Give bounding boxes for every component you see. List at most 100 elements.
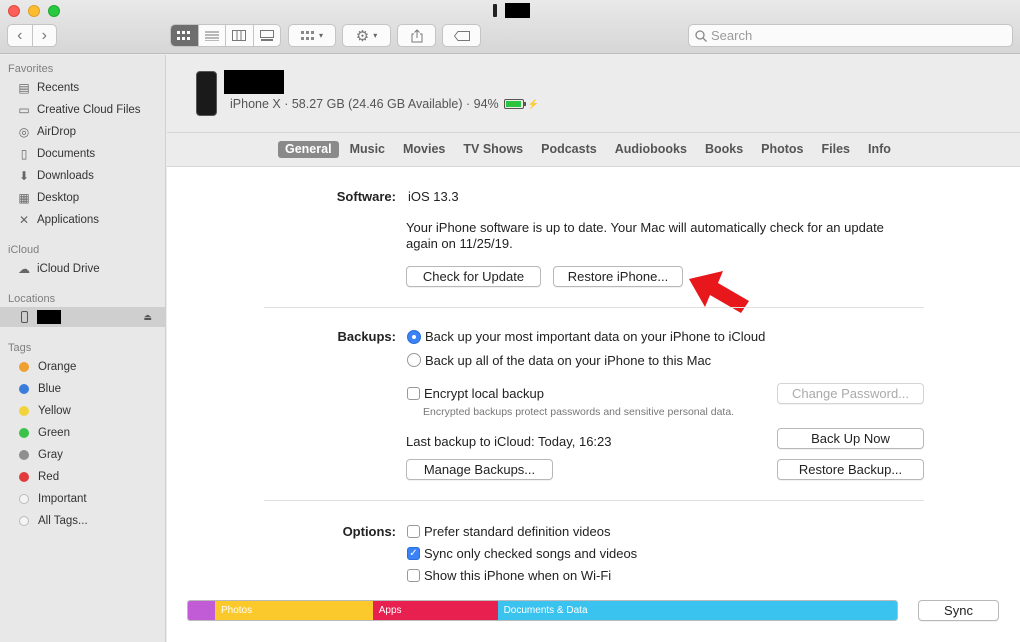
iphone-device-icon xyxy=(196,71,217,116)
device-info: iPhone X · 58.27 GB (24.46 GB Available)… xyxy=(230,97,539,111)
sidebar-tag-blue[interactable]: Blue xyxy=(0,379,166,399)
tag-color-dot xyxy=(19,516,29,526)
red-arrow-annotation xyxy=(689,271,749,313)
group-button[interactable]: ▾ xyxy=(288,24,336,47)
sidebar-tag-orange[interactable]: Orange xyxy=(0,357,166,377)
tab-audiobooks[interactable]: Audiobooks xyxy=(608,141,694,158)
desktop-icon: ▦ xyxy=(18,191,30,205)
action-button[interactable]: ⚙ ▾ xyxy=(342,24,391,47)
check-for-update-button[interactable]: Check for Update xyxy=(406,266,541,287)
window-toolbar: ‹ › ▾ ⚙ ▾ xyxy=(0,0,1020,54)
tab-general[interactable]: General xyxy=(278,141,339,158)
group-grid-icon xyxy=(300,30,314,40)
sidebar-tag-important[interactable]: Important xyxy=(0,489,166,509)
storage-segment-apps: Apps xyxy=(372,601,498,620)
change-password-button[interactable]: Change Password... xyxy=(777,383,924,404)
sidebar-item-downloads[interactable]: ⬇ Downloads xyxy=(0,166,166,186)
column-view-button[interactable] xyxy=(225,25,253,46)
sidebar-tag-yellow[interactable]: Yellow xyxy=(0,401,166,421)
tag-color-dot xyxy=(19,384,29,394)
sidebar-item-label: Gray xyxy=(38,449,63,461)
eject-icon[interactable]: ⏏ xyxy=(143,312,152,323)
window-title-redacted xyxy=(505,3,530,18)
tab-tv-shows[interactable]: TV Shows xyxy=(456,141,530,158)
section-divider xyxy=(264,307,924,308)
view-mode-control xyxy=(170,24,281,47)
main-content: iPhone X · 58.27 GB (24.46 GB Available)… xyxy=(167,55,1020,642)
tab-info[interactable]: Info xyxy=(861,141,898,158)
show-wifi-checkbox[interactable] xyxy=(407,569,420,582)
minimize-window-button[interactable] xyxy=(28,5,40,17)
tag-color-dot xyxy=(19,362,29,372)
tab-podcasts[interactable]: Podcasts xyxy=(534,141,604,158)
tab-music[interactable]: Music xyxy=(343,141,392,158)
chevron-down-icon: ▾ xyxy=(373,31,378,40)
tag-button[interactable] xyxy=(442,24,481,47)
tab-files[interactable]: Files xyxy=(815,141,858,158)
zoom-window-button[interactable] xyxy=(48,5,60,17)
sync-checked-label: Sync only checked songs and videos xyxy=(424,546,638,561)
sidebar-item-desktop[interactable]: ▦ Desktop xyxy=(0,188,166,208)
encrypt-backup-label: Encrypt local backup xyxy=(424,386,544,401)
share-icon xyxy=(411,28,422,42)
columns-icon xyxy=(232,30,247,41)
backup-icloud-radio[interactable] xyxy=(407,330,421,344)
storage-segment-documents: Documents & Data xyxy=(497,601,897,620)
airdrop-icon: ◎ xyxy=(18,125,30,139)
tab-books[interactable]: Books xyxy=(698,141,750,158)
close-window-button[interactable] xyxy=(8,5,20,17)
software-status-line1: Your iPhone software is up to date. Your… xyxy=(406,220,884,235)
tag-color-dot xyxy=(19,406,29,416)
restore-backup-button[interactable]: Restore Backup... xyxy=(777,459,924,480)
tabs: General Music Movies TV Shows Podcasts A… xyxy=(278,141,902,158)
sidebar-item-label: All Tags... xyxy=(38,515,88,527)
sidebar-item-creative-cloud[interactable]: ▭ Creative Cloud Files xyxy=(0,100,166,120)
sidebar: Favorites ▤ Recents ▭ Creative Cloud Fil… xyxy=(0,55,166,642)
sidebar-item-icloud-drive[interactable]: ☁ iCloud Drive xyxy=(0,259,166,279)
tab-movies[interactable]: Movies xyxy=(396,141,452,158)
charging-icon: ⚡ xyxy=(527,98,539,109)
sidebar-tag-all[interactable]: All Tags... xyxy=(0,511,166,531)
options-label: Options: xyxy=(342,524,396,539)
backup-mac-radio[interactable] xyxy=(407,353,421,367)
sidebar-item-airdrop[interactable]: ◎ AirDrop xyxy=(0,122,166,142)
sidebar-item-label: iCloud Drive xyxy=(37,263,100,275)
device-name-redacted xyxy=(224,70,284,94)
tag-icon xyxy=(453,30,470,41)
backup-icloud-label: Back up your most important data on your… xyxy=(425,329,766,344)
downloads-icon: ⬇ xyxy=(18,169,30,183)
prefer-sd-checkbox[interactable] xyxy=(407,525,420,538)
sync-checked-checkbox[interactable]: ✓ xyxy=(407,547,420,560)
tabs-bar: General Music Movies TV Shows Podcasts A… xyxy=(167,133,1020,167)
sidebar-item-recents[interactable]: ▤ Recents xyxy=(0,78,166,98)
encrypt-backup-checkbox[interactable] xyxy=(407,387,420,400)
backup-mac-label: Back up all of the data on your iPhone t… xyxy=(425,353,712,368)
software-version: iOS 13.3 xyxy=(408,189,459,204)
gear-icon: ⚙ xyxy=(355,27,370,45)
tag-color-dot xyxy=(19,428,29,438)
sidebar-item-label: Recents xyxy=(37,82,80,94)
sync-button[interactable]: Sync xyxy=(918,600,999,621)
search-field[interactable] xyxy=(688,24,1013,47)
sidebar-item-documents[interactable]: ▯ Documents xyxy=(0,144,166,164)
sidebar-item-iphone[interactable]: ⏏ xyxy=(0,307,166,327)
sidebar-item-label: Creative Cloud Files xyxy=(37,104,141,116)
storage-segment-photos: Photos xyxy=(214,601,373,620)
gallery-view-button[interactable] xyxy=(252,25,281,46)
back-button[interactable]: ‹ xyxy=(8,25,32,46)
sidebar-item-applications[interactable]: ✕ Applications xyxy=(0,210,166,230)
forward-button[interactable]: › xyxy=(31,25,57,46)
back-up-now-button[interactable]: Back Up Now xyxy=(777,428,924,449)
sidebar-tag-red[interactable]: Red xyxy=(0,467,166,487)
share-button[interactable] xyxy=(397,24,436,47)
storage-bar: Photos Apps Documents & Data xyxy=(187,600,898,621)
search-input[interactable] xyxy=(711,28,991,43)
icon-view-button[interactable] xyxy=(171,25,198,46)
restore-iphone-button[interactable]: Restore iPhone... xyxy=(553,266,683,287)
gallery-icon xyxy=(259,30,274,41)
tab-photos[interactable]: Photos xyxy=(754,141,810,158)
list-view-button[interactable] xyxy=(197,25,226,46)
sidebar-tag-green[interactable]: Green xyxy=(0,423,166,443)
sidebar-tag-gray[interactable]: Gray xyxy=(0,445,166,465)
manage-backups-button[interactable]: Manage Backups... xyxy=(406,459,553,480)
